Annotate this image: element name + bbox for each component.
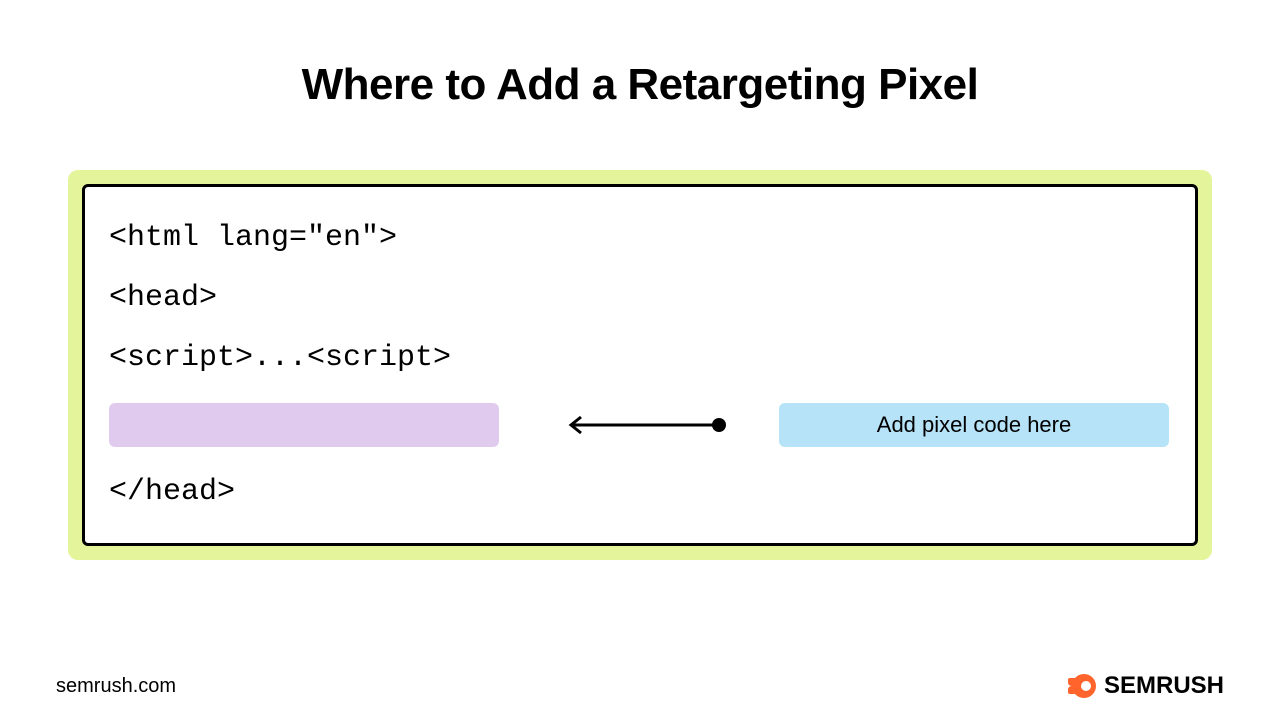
footer: semrush.com SEMRUSH [0,670,1280,702]
code-line-head-close: </head> [109,477,1171,507]
code-box-outer: <html lang="en"> <head> <script>...<scri… [68,170,1212,560]
page-title: Where to Add a Retargeting Pixel [0,0,1280,110]
code-line-html: <html lang="en"> [109,223,1171,253]
code-line-head-open: <head> [109,283,1171,313]
footer-url: semrush.com [56,675,176,698]
code-box-inner: <html lang="en"> <head> <script>...<scri… [82,184,1198,546]
pixel-placeholder-box [109,403,499,447]
highlight-row: Add pixel code here [109,403,1171,447]
arrow-icon [559,415,729,435]
flame-icon [1066,670,1098,702]
code-line-script: <script>...<script> [109,343,1171,373]
brand-text: SEMRUSH [1104,672,1224,700]
brand-logo: SEMRUSH [1066,670,1224,702]
annotation-label: Add pixel code here [779,403,1169,447]
